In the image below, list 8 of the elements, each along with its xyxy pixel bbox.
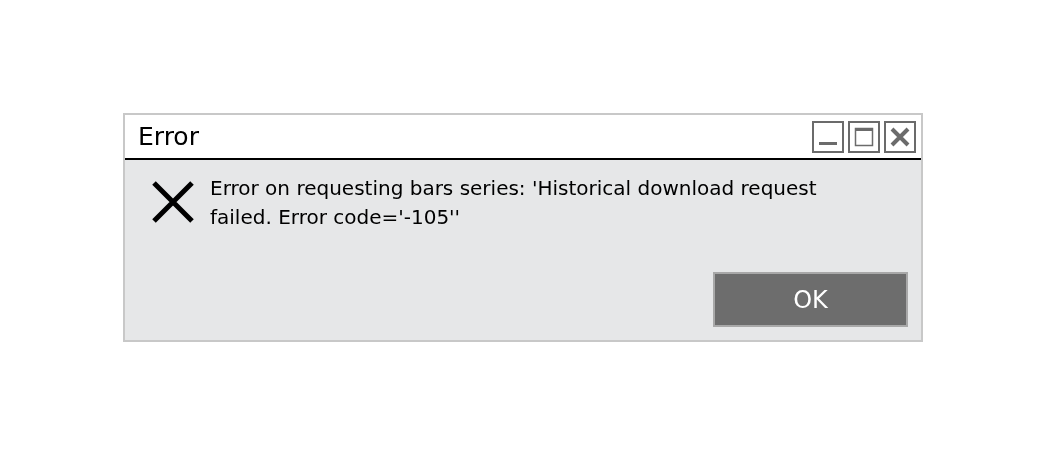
maximize-button[interactable] (848, 120, 880, 153)
ok-button[interactable]: OK (713, 272, 908, 327)
window-title: Error (138, 122, 199, 151)
minimize-icon (819, 141, 837, 145)
close-button[interactable] (884, 120, 916, 153)
error-x-icon (151, 180, 195, 224)
error-message: Error on requesting bars series: 'Historical download request failed. Error code='-105'' (210, 175, 818, 231)
minimize-button[interactable] (812, 120, 844, 153)
